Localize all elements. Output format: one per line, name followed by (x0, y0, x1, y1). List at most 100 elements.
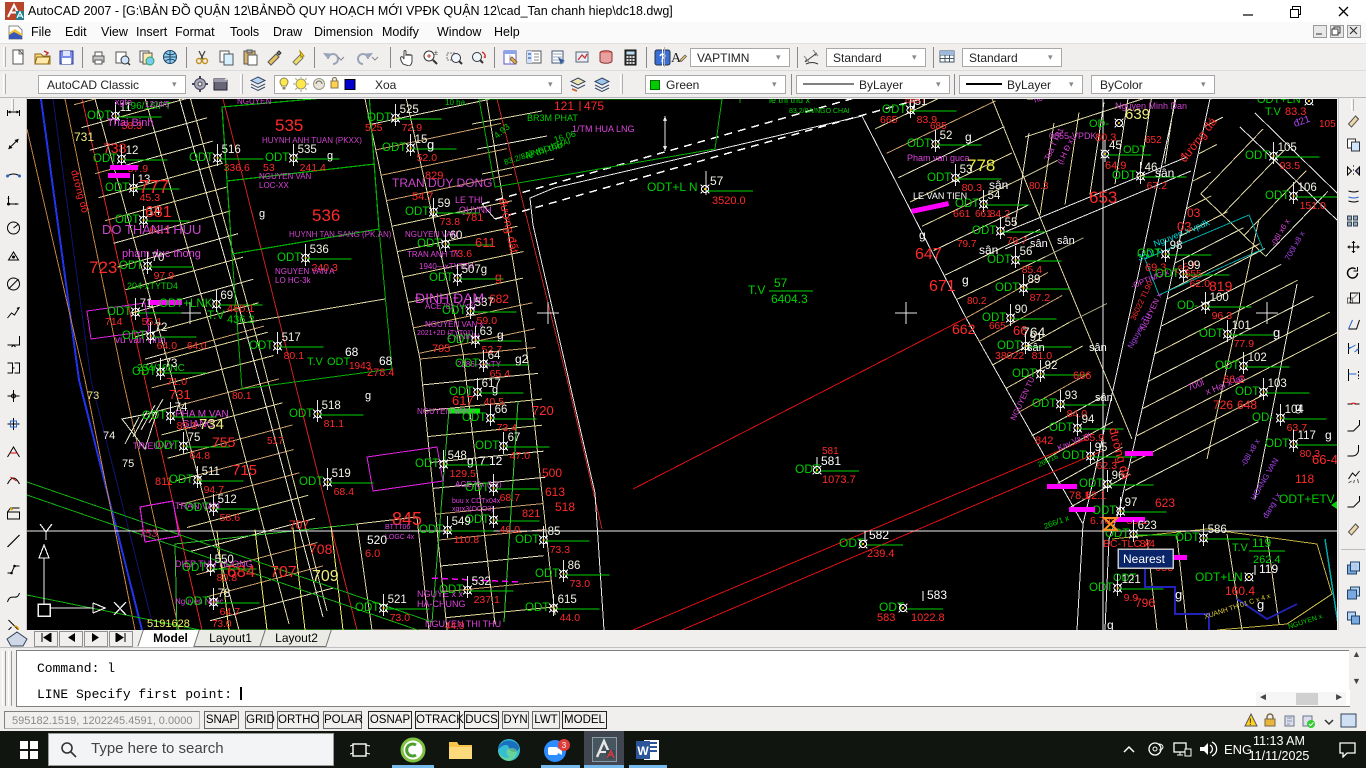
svg-text:94: 94 (1082, 414, 1095, 426)
svg-text:57: 57 (774, 276, 788, 290)
svg-text:g: g (365, 390, 371, 402)
svg-text:ODT: ODT (1062, 450, 1086, 462)
svg-text:521: 521 (388, 594, 407, 606)
svg-text:ODT: ODT (1235, 386, 1259, 398)
svg-text:47.0: 47.0 (510, 450, 531, 462)
svg-text:15: 15 (415, 134, 428, 146)
svg-text:777: 777 (139, 177, 169, 197)
svg-text:ODT: ODT (417, 238, 441, 250)
svg-text:sân: sân (1155, 166, 1174, 180)
svg-text:64.0: 64.0 (187, 341, 207, 352)
svg-text:ODT: ODT (299, 476, 323, 488)
svg-text:707: 707 (270, 564, 297, 581)
svg-text:ODT: ODT (462, 412, 486, 424)
svg-text:655: 655 (1185, 269, 1202, 280)
svg-text:ODT: ODT (182, 562, 206, 574)
svg-text:OD-: OD- (1177, 300, 1198, 312)
svg-text:ODT: ODT (987, 254, 1011, 266)
svg-text:g: g (495, 270, 502, 284)
svg-text:ODT+LN: ODT+LN (1257, 99, 1301, 106)
svg-text:796: 796 (1135, 596, 1155, 610)
svg-text:63: 63 (480, 326, 493, 338)
svg-text:89: 89 (1028, 274, 1041, 286)
svg-text:OD-: OD- (1089, 118, 1110, 130)
svg-text:821: 821 (522, 508, 540, 520)
svg-text:110.8: 110.8 (454, 534, 480, 546)
svg-text:44.0: 44.0 (445, 621, 465, 630)
svg-text:ODT: ODT (1049, 422, 1073, 434)
svg-text:581: 581 (821, 454, 841, 468)
svg-text:105: 105 (1278, 142, 1297, 154)
svg-text:731: 731 (169, 387, 191, 402)
svg-text:62.1: 62.1 (1085, 490, 1106, 502)
svg-text:ODT: ODT (525, 602, 549, 614)
svg-text:ODT+LN: ODT+LN (1195, 570, 1243, 584)
svg-text:ODT: ODT (122, 330, 146, 342)
svg-text:!: ! (1249, 717, 1252, 727)
svg-text:ODT: ODT (249, 340, 273, 352)
svg-text:829: 829 (425, 170, 443, 182)
svg-text:BTTT06: BTTT06 (385, 524, 410, 531)
svg-text:1214/5: 1214/5 (145, 100, 170, 109)
svg-text:T.V: T.V (1265, 106, 1282, 118)
svg-text:336.6: 336.6 (224, 162, 250, 174)
svg-text:ODT: ODT (447, 334, 471, 346)
svg-text:519: 519 (332, 468, 351, 480)
svg-text:ODT: ODT (93, 153, 117, 165)
svg-text:57: 57 (710, 174, 724, 188)
svg-text:583: 583 (927, 588, 947, 602)
svg-text:ODT: ODT (289, 408, 313, 420)
svg-text:±: ± (434, 50, 438, 57)
svg-text:ODT: ODT (515, 534, 539, 546)
svg-text:g: g (1273, 325, 1280, 340)
svg-text:HA-CHUNG: HA-CHUNG (417, 599, 466, 609)
svg-text:75: 75 (188, 432, 201, 444)
svg-text:83.2/8A/NGO CHAI: 83.2/8A/NGO CHAI (789, 108, 850, 115)
svg-text:OD-: OD- (1252, 412, 1273, 424)
svg-text:685: 685 (930, 121, 947, 132)
svg-text:58.6: 58.6 (220, 512, 241, 524)
svg-text:g: g (1107, 618, 1114, 630)
svg-text:662: 662 (952, 321, 976, 337)
svg-text:714: 714 (105, 316, 123, 328)
svg-text:204-xTYTD4: 204-xTYTD4 (127, 281, 178, 291)
svg-text:67.2: 67.2 (1147, 180, 1168, 192)
svg-text:648: 648 (1237, 398, 1257, 412)
svg-text:ODT: ODT (405, 206, 429, 218)
svg-text:ODT: ODT (185, 502, 209, 514)
svg-text:g: g (1175, 587, 1182, 602)
svg-text:ODT: ODT (1079, 478, 1103, 490)
svg-text:ODT: ODT (1089, 582, 1113, 594)
svg-text:517: 517 (282, 332, 301, 344)
svg-text:73.0: 73.0 (570, 578, 591, 590)
svg-text:436.2: 436.2 (227, 314, 255, 326)
svg-text:ODT: ODT (465, 482, 489, 494)
svg-text:74: 74 (103, 430, 115, 442)
svg-text:80.3: 80.3 (1029, 181, 1049, 192)
svg-text:239.4: 239.4 (867, 548, 895, 560)
svg-text:sân: sân (1030, 238, 1048, 250)
svg-text:ODT: ODT (475, 440, 499, 452)
svg-text:64.7: 64.7 (220, 606, 241, 618)
svg-text:623: 623 (1138, 520, 1157, 532)
svg-text:HUYNH TAN SANG (PK.AN): HUYNH TAN SANG (PK.AN) (289, 230, 392, 239)
svg-text:85: 85 (548, 526, 561, 538)
svg-text:LOGC 4x: LOGC 4x (385, 534, 415, 541)
svg-text:518: 518 (322, 400, 341, 412)
svg-text:DO THANH HUU: DO THANH HUU (102, 222, 201, 237)
svg-text:586: 586 (1208, 524, 1227, 536)
svg-text:12: 12 (126, 145, 139, 157)
svg-text:665: 665 (880, 114, 898, 126)
svg-text:7 12: 7 12 (479, 454, 503, 468)
svg-text:536: 536 (312, 206, 340, 225)
svg-text:ODT: ODT (355, 602, 379, 614)
svg-text:55: 55 (1005, 217, 1018, 229)
svg-text:ODT: ODT (1137, 248, 1161, 260)
svg-text:ODT: ODT (907, 138, 931, 150)
svg-text:66-4: 66-4 (1312, 452, 1337, 467)
svg-text:xgte: xgte (115, 99, 132, 107)
svg-text:38022: 38022 (995, 350, 1024, 362)
svg-text:842: 842 (1035, 435, 1053, 447)
svg-text:54.7: 54.7 (412, 191, 433, 203)
svg-text:59: 59 (438, 198, 451, 210)
